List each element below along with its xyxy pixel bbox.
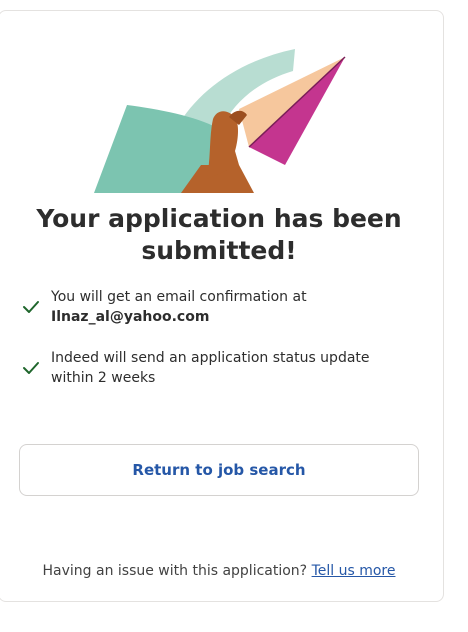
paper-plane-illustration [94, 49, 346, 193]
return-to-job-search-button[interactable]: Return to job search [19, 444, 419, 496]
page-title: Your application has been submitted! [36, 204, 402, 265]
checklist-item-text: You will get an email confirmation at Il… [51, 287, 411, 327]
check-icon [23, 301, 39, 313]
email-confirmation-text: You will get an email confirmation at [51, 289, 307, 305]
email-address: Ilnaz_al@yahoo.com [51, 309, 210, 325]
footer-help: Having an issue with this application? T… [0, 561, 439, 581]
footer-question: Having an issue with this application? [42, 563, 308, 579]
confirmation-card: Your application has been submitted! You… [0, 10, 444, 602]
status-update-text: Indeed will send an application status u… [51, 350, 370, 386]
check-icon [23, 362, 39, 374]
tell-us-more-link[interactable]: Tell us more [312, 563, 396, 579]
